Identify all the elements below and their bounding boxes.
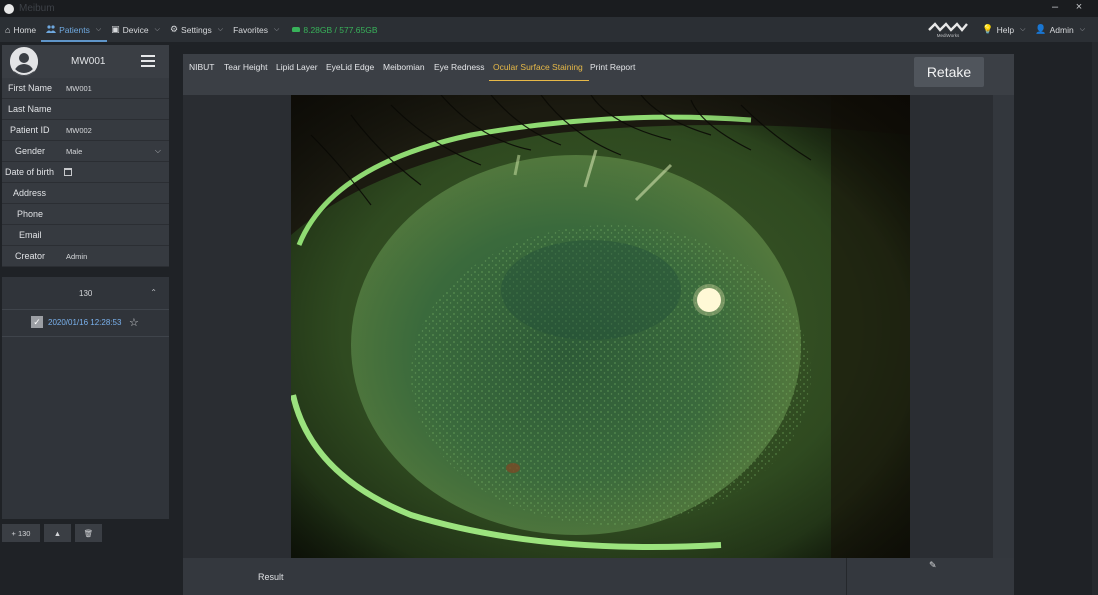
chevron-up-icon[interactable]: ⌃ [150, 288, 157, 297]
gear-icon: ⚙ [169, 24, 179, 34]
disk-icon [292, 27, 301, 32]
field-gender[interactable]: Gender Male ⌵ [2, 141, 169, 162]
lightbulb-icon: 💡 [982, 24, 994, 34]
patient-header: MW001 [2, 45, 169, 78]
sidebar-footer-buttons: + 130 ▲ 🗑 [2, 524, 102, 542]
field-label: Creator [15, 251, 46, 261]
field-patient-id[interactable]: Patient ID MW002 [2, 120, 169, 141]
nav-favorites[interactable]: Favorites ⌵ [228, 17, 284, 42]
calendar-icon[interactable] [64, 168, 72, 176]
tab-lipid-layer[interactable]: Lipid Layer [276, 62, 318, 80]
nav-user-label: Admin [1049, 24, 1074, 35]
history-record[interactable]: ✓ 2020/01/16 12:28:53 ☆ [2, 310, 169, 337]
users-icon [46, 24, 57, 35]
field-value: Male [66, 146, 83, 156]
chevron-down-icon: ⌵ [95, 25, 102, 33]
field-label: Email [19, 230, 42, 240]
divider [846, 558, 847, 595]
tab-tear-height[interactable]: Tear Height [224, 62, 267, 80]
nav-right: 💡 Help ⌵ 👤 Admin ⌵ [977, 17, 1090, 42]
viewer-scrollbar[interactable] [993, 95, 1014, 558]
brand-name: MediWorks [937, 33, 960, 38]
field-first-name[interactable]: First Name MW001 [2, 78, 169, 99]
minimize-button[interactable]: – [1047, 1, 1063, 13]
field-email[interactable]: Email [2, 225, 169, 246]
trash-icon[interactable]: 🗑 [75, 524, 102, 542]
tab-ocular-surface-staining[interactable]: Ocular Surface Staining [489, 62, 589, 81]
nav-patients[interactable]: Patients ⌵ [41, 17, 108, 42]
exam-content-panel: NIBUT Tear Height Lipid Layer EyeLid Edg… [183, 54, 1014, 595]
nav-home[interactable]: ⌂ Home [0, 17, 41, 42]
field-label: Phone [17, 209, 44, 219]
field-label: Patient ID [10, 125, 50, 135]
patient-sidebar: MW001 First Name MW001 Last Name Patient… [2, 45, 169, 267]
brand-logo: MediWorks [928, 21, 968, 38]
field-date-of-birth[interactable]: Date of birth [2, 162, 169, 183]
app-title: Meibum [19, 3, 55, 14]
chevron-down-icon: ⌵ [154, 146, 161, 155]
exam-tabs: NIBUT Tear Height Lipid Layer EyeLid Edg… [183, 54, 1014, 95]
field-value: MW002 [66, 125, 92, 135]
patient-header-id: MW001 [71, 56, 106, 67]
tab-eye-redness[interactable]: Eye Redness [434, 62, 485, 80]
field-creator: Creator Admin [2, 246, 169, 267]
field-label: Last Name [8, 104, 52, 114]
chevron-down-icon: ⌵ [274, 25, 280, 33]
fluorescein-eye-image [291, 95, 910, 558]
nav-patients-label: Patients [59, 24, 90, 35]
app-logo-icon [4, 3, 14, 14]
field-label: First Name [8, 83, 53, 93]
pencil-icon[interactable]: ✎ [929, 560, 937, 571]
chevron-down-icon: ⌵ [154, 25, 160, 33]
record-datetime[interactable]: 2020/01/16 12:28:53 [48, 318, 121, 327]
nav-home-label: Home [13, 24, 37, 35]
chevron-down-icon: ⌵ [1079, 25, 1085, 33]
eye-image-viewer[interactable] [291, 95, 910, 558]
avatar-ring [10, 47, 38, 75]
home-icon: ⌂ [5, 24, 11, 35]
chevron-down-icon: ⌵ [1020, 25, 1026, 33]
nav-favorites-label: Favorites [233, 24, 269, 35]
hamburger-menu-icon[interactable] [141, 55, 155, 67]
tab-print-report[interactable]: Print Report [590, 62, 635, 80]
tab-nibut[interactable]: NIBUT [189, 62, 215, 80]
nav-user[interactable]: 👤 Admin ⌵ [1030, 17, 1090, 42]
nav-device[interactable]: ▣ Device ⌵ [106, 17, 165, 42]
field-address[interactable]: Address [2, 183, 169, 204]
storage-text: 8.28GB / 577.65GB [303, 24, 378, 35]
field-label: Address [13, 188, 47, 198]
nav-device-label: Device [122, 24, 149, 35]
retake-button[interactable]: Retake [914, 57, 984, 87]
field-value: Admin [66, 251, 88, 261]
nav-help-label: Help [996, 24, 1015, 35]
nav-settings-label: Settings [181, 24, 212, 35]
history-group-header[interactable]: 130 ⌃ [2, 277, 169, 310]
field-label: Date of birth [5, 167, 55, 177]
device-icon: ▣ [111, 24, 120, 34]
title-bar: Meibum – × [0, 0, 1098, 17]
history-count: 130 [79, 289, 93, 298]
top-navigation: ⌂ Home Patients ⌵ ▣ Device ⌵ ⚙ Settings … [0, 17, 1098, 42]
result-label: Result [258, 572, 284, 582]
tab-eyelid-edge[interactable]: EyeLid Edge [326, 62, 374, 80]
field-label: Gender [15, 146, 46, 156]
exam-history-panel: 130 ⌃ ✓ 2020/01/16 12:28:53 ☆ [2, 277, 169, 519]
field-phone[interactable]: Phone [2, 204, 169, 225]
field-value: MW001 [66, 83, 92, 93]
tab-meibomian[interactable]: Meibomian [383, 62, 425, 80]
nav-settings[interactable]: ⚙ Settings ⌵ [165, 17, 228, 42]
nav-help[interactable]: 💡 Help ⌵ [977, 17, 1030, 42]
user-icon: 👤 [1035, 24, 1047, 34]
move-up-button[interactable]: ▲ [44, 524, 71, 542]
star-icon[interactable]: ☆ [129, 316, 139, 329]
add-record-button[interactable]: + 130 [2, 524, 40, 542]
storage-indicator: 8.28GB / 577.65GB [292, 24, 378, 35]
result-bar: Result ✎ [183, 558, 1014, 595]
window-scrollbar[interactable] [1092, 42, 1098, 595]
chevron-down-icon: ⌵ [217, 25, 224, 33]
record-checkbox[interactable]: ✓ [31, 316, 43, 328]
close-button[interactable]: × [1071, 1, 1087, 13]
field-last-name[interactable]: Last Name [2, 99, 169, 120]
